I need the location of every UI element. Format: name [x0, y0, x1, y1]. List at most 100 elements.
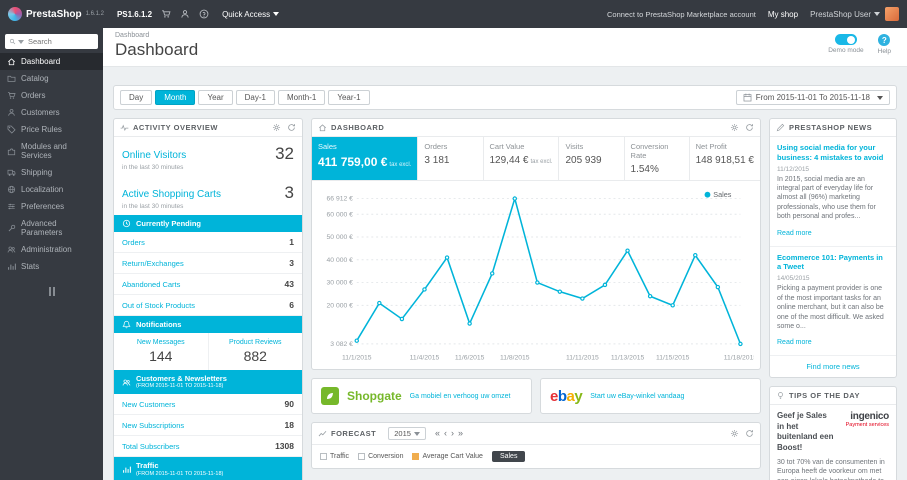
new-subscriptions-row[interactable]: New Subscriptions 18 [114, 415, 302, 437]
filter-month-1-button[interactable]: Month-1 [277, 90, 326, 105]
prestashop-admin: PrestaShop 1.6.1.2 PS1.6.1.2 Quick Acces… [0, 0, 907, 480]
read-more-link[interactable]: Read more [777, 339, 812, 346]
sidebar-item-advanced-parameters[interactable]: Advanced Parameters [0, 215, 103, 241]
shop-cart-icon[interactable] [161, 9, 171, 19]
user-menu[interactable]: PrestaShop User [810, 7, 899, 21]
online-visitors-link[interactable]: Online Visitors [122, 150, 186, 161]
svg-text:11/11/2015: 11/11/2015 [566, 354, 599, 361]
out-of-stock-row[interactable]: Out of Stock Products 6 [114, 295, 302, 316]
kpi-sales[interactable]: Sales 411 759,00 € tax excl. [312, 137, 419, 180]
ebay-logo: ebay [550, 389, 583, 404]
kpi-conversion-rate[interactable]: Conversion Rate 1.54% [625, 137, 690, 180]
panel-title: PRESTASHOP NEWS [789, 123, 873, 132]
legend-average-cart-value[interactable]: Average Cart Value [412, 453, 483, 461]
gear-icon[interactable] [730, 429, 739, 438]
ebay-ad[interactable]: ebay Start uw eBay-winkel vandaag [540, 378, 761, 415]
chevron-down-icon [413, 431, 420, 436]
row-value: 18 [284, 420, 294, 431]
sidebar-item-modules[interactable]: Modules and Services [0, 138, 103, 164]
article-title-link[interactable]: Ecommerce 101: Payments in a Tweet [777, 253, 889, 273]
svg-text:20 000 €: 20 000 € [327, 302, 354, 309]
product-reviews-cell[interactable]: Product Reviews 882 [209, 333, 303, 370]
sidebar-item-orders[interactable]: Orders [0, 87, 103, 104]
pager-next-button[interactable]: › [451, 429, 454, 438]
employee-icon[interactable] [180, 9, 190, 19]
sidebar-item-dashboard[interactable]: Dashboard [0, 53, 103, 70]
filter-day-1-button[interactable]: Day-1 [235, 90, 275, 105]
support-icon[interactable] [199, 9, 209, 19]
date-range-button[interactable]: From 2015-11-01 To 2015-11-18 [735, 90, 890, 105]
refresh-icon[interactable] [745, 123, 754, 132]
total-subscribers-row[interactable]: Total Subscribers 1308 [114, 436, 302, 458]
filter-year-1-button[interactable]: Year-1 [328, 90, 370, 105]
prestashop-logo[interactable]: PrestaShop 1.6.1.2 [8, 7, 104, 21]
pager-first-button[interactable]: « [435, 429, 440, 438]
users-icon [7, 245, 16, 254]
sidebar-item-customers[interactable]: Customers [0, 104, 103, 121]
tips-header: Geef je Sales in het buitenland een Boos… [770, 405, 896, 455]
marketplace-connect-link[interactable]: Connect to PrestaShop Marketplace accoun… [607, 10, 756, 19]
pending-orders-row[interactable]: Orders 1 [114, 232, 302, 253]
bar-chart-icon [7, 262, 16, 271]
forecast-year-select[interactable]: 2015 [388, 427, 426, 441]
legend-sales[interactable]: Sales [491, 451, 526, 463]
quick-access-menu[interactable]: Quick Access [222, 10, 280, 19]
forecast-legend: Traffic Conversion Average Cart Value Sa… [312, 445, 760, 468]
sidebar-item-shipping[interactable]: Shipping [0, 164, 103, 181]
legend-conversion[interactable]: Conversion [358, 453, 403, 461]
filter-year-button[interactable]: Year [198, 90, 233, 105]
sliders-icon [7, 202, 16, 211]
shopgate-link[interactable]: Ga mobiel en verhoog uw omzet [410, 392, 511, 401]
pager-last-button[interactable]: » [458, 429, 463, 438]
sidebar-item-administration[interactable]: Administration [0, 241, 103, 258]
demo-mode-label: Demo mode [828, 47, 864, 54]
article-title-link[interactable]: Using social media for your business: 4 … [777, 143, 889, 163]
kpi-orders[interactable]: Orders 3 181 [418, 137, 484, 180]
news-article: Ecommerce 101: Payments in a Tweet 14/05… [770, 247, 896, 357]
pending-returns-row[interactable]: Return/Exchanges 3 [114, 253, 302, 274]
legend-traffic[interactable]: Traffic [320, 453, 349, 461]
gear-icon[interactable] [730, 123, 739, 132]
kpi-visits[interactable]: Visits 205 939 [559, 137, 625, 180]
notifications-grid: New Messages 144 Product Reviews 882 [114, 333, 302, 370]
search-scope-caret-icon[interactable] [17, 39, 24, 44]
abandoned-carts-row[interactable]: Abandoned Carts 43 [114, 274, 302, 295]
ebay-link[interactable]: Start uw eBay-winkel vandaag [590, 392, 684, 401]
my-shop-link[interactable]: My shop [768, 10, 798, 19]
shopgate-ad[interactable]: Shopgate Ga mobiel en verhoog uw omzet [311, 378, 532, 415]
svg-text:11/13/2015: 11/13/2015 [611, 354, 645, 361]
sidebar-collapse-button[interactable] [0, 287, 103, 296]
sidebar-item-price-rules[interactable]: Price Rules [0, 121, 103, 138]
legend-label: Average Cart Value [422, 453, 483, 461]
sidebar-item-stats[interactable]: Stats [0, 258, 103, 275]
demo-mode-toggle[interactable] [834, 34, 857, 45]
sidebar-item-localization[interactable]: Localization [0, 181, 103, 198]
read-more-link[interactable]: Read more [777, 230, 812, 237]
kpi-cart-value[interactable]: Cart Value 129,44 € tax excl. [484, 137, 560, 180]
find-more-news-link[interactable]: Find more news [770, 356, 896, 377]
pager-prev-button[interactable]: ‹ [444, 429, 447, 438]
search-input[interactable] [27, 37, 94, 46]
active-carts-link[interactable]: Active Shopping Carts [122, 189, 221, 200]
sales-chart-container: 3 082 € 20 000 € 30 000 € 40 000 € 50 000 € 6… [312, 181, 760, 369]
sidebar-item-catalog[interactable]: Catalog [0, 70, 103, 87]
filter-day-button[interactable]: Day [120, 90, 153, 105]
gear-icon[interactable] [272, 123, 281, 132]
help-icon[interactable] [878, 34, 891, 46]
refresh-icon[interactable] [287, 123, 296, 132]
new-customers-row[interactable]: New Customers 90 [114, 394, 302, 416]
kpi-label: Net Profit [695, 142, 727, 151]
right-column: PRESTASHOP NEWS Using social media for y… [769, 118, 897, 480]
filter-month-button[interactable]: Month [155, 90, 196, 105]
notifications-header: Notifications [114, 316, 302, 333]
tips-body-text: 30 tot 70% van de consumenten in Europa … [777, 458, 885, 480]
sales-chart[interactable]: 3 082 € 20 000 € 30 000 € 40 000 € 50 000 € 6… [318, 185, 754, 369]
new-messages-cell[interactable]: New Messages 144 [114, 333, 209, 370]
svg-text:3 082 €: 3 082 € [330, 341, 353, 348]
refresh-icon[interactable] [745, 429, 754, 438]
kpi-sub: tax excl. [389, 162, 412, 168]
checkbox-icon [320, 453, 327, 461]
dashboard-columns: ACTIVITY OVERVIEW Online Visitors in the… [113, 118, 897, 480]
sidebar-item-preferences[interactable]: Preferences [0, 198, 103, 215]
kpi-net-profit[interactable]: Net Profit 148 918,51 € [690, 137, 760, 180]
